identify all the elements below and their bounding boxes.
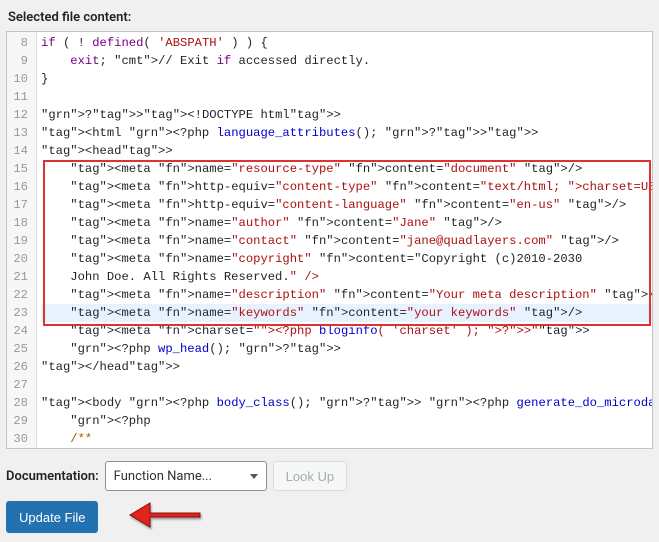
arrow-annotation-icon	[128, 491, 208, 531]
code-line: "tag"><head"tag">>	[41, 142, 653, 160]
code-line: "grn"><?php wp_head(); "grn">?"tag">>	[41, 340, 653, 358]
code-line: "tag"></head"tag">>	[41, 358, 653, 376]
code-line: "grn"><?php	[41, 412, 653, 430]
code-line: /**	[41, 430, 653, 448]
function-select-value: Function Name...	[114, 469, 212, 484]
code-line: "tag"><meta "fn">name="keywords" "fn">co…	[41, 304, 653, 322]
code-line: }	[41, 70, 653, 88]
lookup-button: Look Up	[273, 461, 347, 491]
code-line: "tag"><meta "fn">http-equiv="content-typ…	[41, 178, 653, 196]
code-line	[41, 88, 653, 106]
code-line: "tag"><meta "fn">name="copyright" "fn">c…	[41, 250, 653, 268]
documentation-label: Documentation:	[6, 469, 99, 484]
code-line: "tag"><html "grn"><?php language_attribu…	[41, 124, 653, 142]
line-gutter: 8910111213141516171819202122232425262728…	[7, 32, 37, 449]
code-line: "grn">?"tag">>"tag"><!DOCTYPE html"tag">…	[41, 106, 653, 124]
code-line: "tag"><meta "fn">name="description" "fn"…	[41, 286, 653, 304]
code-line: if ( ! defined( 'ABSPATH' ) ) {	[41, 34, 653, 52]
chevron-down-icon	[250, 474, 258, 479]
code-line: exit; "cmt">// Exit if accessed directly…	[41, 52, 653, 70]
code-line: "tag"><meta "fn">name="author" "fn">cont…	[41, 214, 653, 232]
code-line	[41, 376, 653, 394]
code-editor[interactable]: 8910111213141516171819202122232425262728…	[6, 31, 653, 449]
code-line: "tag"><meta "fn">name="contact" "fn">con…	[41, 232, 653, 250]
code-line: "tag"><meta "fn">charset=""><?php blogin…	[41, 322, 653, 340]
code-line: John Doe. All Rights Reserved." />	[41, 268, 653, 286]
code-line: "tag"><meta "fn">http-equiv="content-lan…	[41, 196, 653, 214]
update-file-button[interactable]: Update File	[6, 501, 98, 533]
code-line: "tag"><meta "fn">name="resource-type" "f…	[41, 160, 653, 178]
function-select[interactable]: Function Name...	[105, 461, 267, 491]
documentation-row: Documentation: Function Name... Look Up	[6, 461, 653, 491]
code-lines: if ( ! defined( 'ABSPATH' ) ) { exit; "c…	[37, 32, 653, 449]
panel-title: Selected file content:	[8, 10, 653, 25]
code-line: "tag"><body "grn"><?php body_class(); "g…	[41, 394, 653, 412]
